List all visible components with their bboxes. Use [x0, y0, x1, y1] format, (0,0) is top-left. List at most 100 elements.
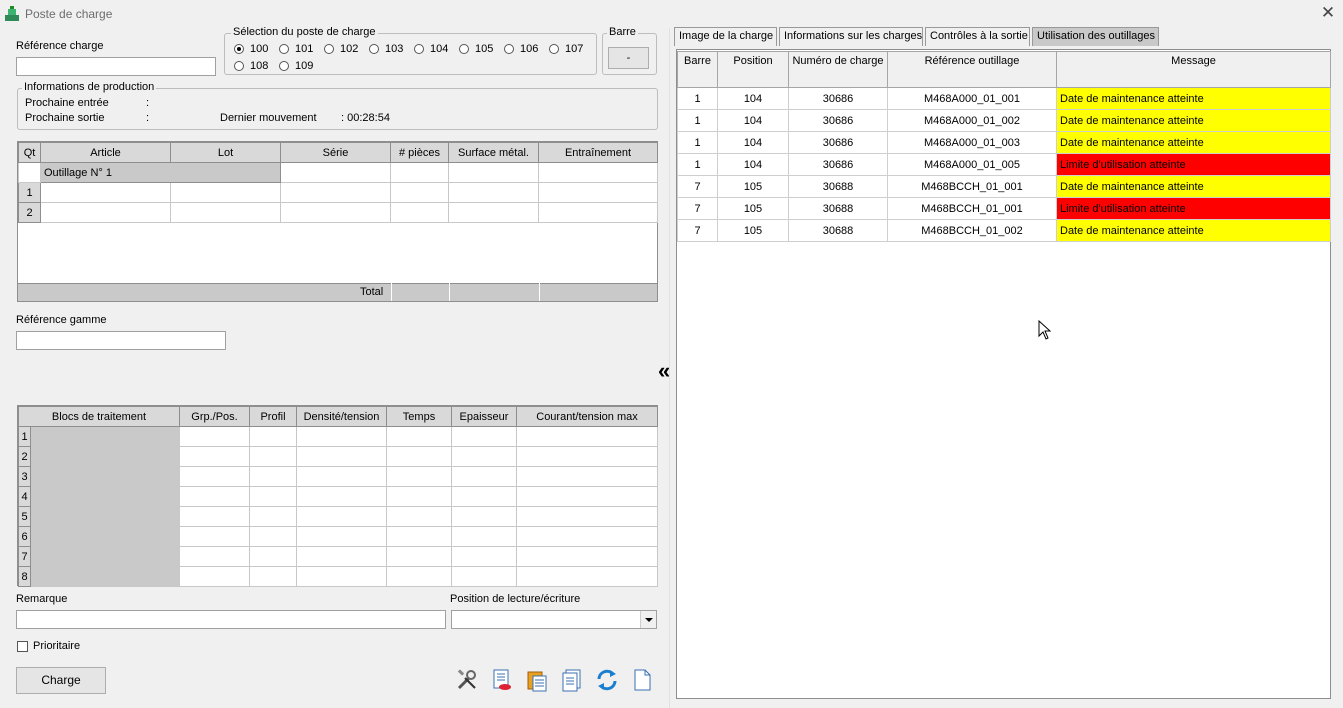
cell-message[interactable]: Date de maintenance atteinte — [1056, 131, 1331, 154]
table-cell[interactable] — [390, 162, 449, 183]
cell-charge[interactable]: 30686 — [788, 153, 888, 176]
table-cell[interactable] — [296, 466, 387, 487]
table-cell[interactable] — [451, 486, 517, 507]
table-cell[interactable] — [30, 446, 180, 467]
dropdown-button[interactable] — [640, 611, 656, 628]
col-epaisseur[interactable]: Epaisseur — [451, 406, 517, 427]
cell-position[interactable]: 104 — [717, 87, 789, 110]
station-radio-107[interactable]: 107 — [549, 43, 583, 55]
station-radio-101[interactable]: 101 — [279, 43, 313, 55]
table-cell[interactable] — [390, 182, 449, 203]
table-cell[interactable] — [249, 446, 297, 467]
table-cell[interactable] — [451, 566, 517, 587]
table-cell[interactable] — [18, 162, 41, 183]
col-temps[interactable]: Temps — [386, 406, 452, 427]
table-cell[interactable] — [516, 566, 658, 587]
table-cell[interactable] — [30, 506, 180, 527]
splitter[interactable] — [669, 28, 670, 708]
rw-position-select[interactable] — [451, 610, 657, 629]
cell-barre[interactable]: 1 — [677, 153, 718, 176]
cell-charge[interactable]: 30688 — [788, 197, 888, 220]
radio-button[interactable] — [234, 44, 244, 54]
table-cell[interactable] — [386, 486, 452, 507]
table-cell[interactable] — [40, 202, 171, 223]
table-cell[interactable] — [179, 546, 250, 567]
table-cell[interactable] — [538, 202, 658, 223]
table-row[interactable]: 4 — [18, 486, 658, 507]
table-row[interactable]: 6 — [18, 526, 658, 547]
table-cell[interactable] — [451, 506, 517, 527]
tab-informations-sur-les-charges[interactable]: Informations sur les charges — [779, 27, 923, 46]
cell-charge[interactable]: 30686 — [788, 87, 888, 110]
table-row[interactable]: 1 — [18, 426, 658, 447]
radio-button[interactable] — [414, 44, 424, 54]
cell-message[interactable]: Date de maintenance atteinte — [1056, 87, 1331, 110]
clipboard-icon[interactable] — [525, 668, 549, 692]
station-radio-106[interactable]: 106 — [504, 43, 538, 55]
blank-document-icon[interactable] — [630, 668, 654, 692]
station-radio-100[interactable]: 100 — [234, 43, 268, 55]
cell-barre[interactable]: 7 — [677, 197, 718, 220]
table-cell[interactable] — [448, 182, 539, 203]
table-cell[interactable] — [516, 466, 658, 487]
station-radio-102[interactable]: 102 — [324, 43, 358, 55]
table-cell[interactable] — [448, 162, 539, 183]
table-cell[interactable] — [451, 526, 517, 547]
table-cell[interactable] — [30, 566, 180, 587]
table-cell[interactable] — [390, 202, 449, 223]
table-row[interactable]: 1 104 30686 M468A000_01_003 Date de maintena… — [677, 131, 1331, 154]
cell-charge[interactable]: 30688 — [788, 219, 888, 242]
table-row[interactable]: 7 105 30688 M468BCCH_01_001 Limite d'utilisa… — [677, 197, 1331, 220]
table-row[interactable]: 7 105 30688 M468BCCH_01_002 Date de maintena… — [677, 219, 1331, 242]
cell-ref[interactable]: M468BCCH_01_002 — [887, 219, 1057, 242]
table-cell[interactable] — [249, 426, 297, 447]
table-cell[interactable] — [451, 426, 517, 447]
table-cell[interactable] — [170, 202, 281, 223]
ref-charge-input[interactable] — [16, 57, 216, 76]
station-radio-109[interactable]: 109 — [279, 60, 313, 72]
table-row[interactable]: 2 — [18, 202, 658, 223]
table-cell[interactable] — [296, 486, 387, 507]
table-cell[interactable] — [179, 486, 250, 507]
charge-button[interactable]: Charge — [16, 667, 106, 694]
table-cell[interactable] — [516, 446, 658, 467]
table-row[interactable]: 1 104 30686 M468A000_01_001 Date de maintena… — [677, 87, 1331, 110]
cell-charge[interactable]: 30686 — [788, 131, 888, 154]
table-cell[interactable] — [451, 446, 517, 467]
radio-button[interactable] — [369, 44, 379, 54]
col-reference-outillage[interactable]: Référence outillage — [887, 51, 1057, 88]
col-courant[interactable]: Courant/tension max — [516, 406, 658, 427]
table-cell[interactable] — [179, 506, 250, 527]
table-cell[interactable] — [296, 446, 387, 467]
cell-ref[interactable]: M468BCCH_01_001 — [887, 175, 1057, 198]
cell-barre[interactable]: 1 — [677, 87, 718, 110]
table-cell[interactable] — [386, 426, 452, 447]
cell-ref[interactable]: M468A000_01_002 — [887, 109, 1057, 132]
table-row[interactable]: 1 104 30686 M468A000_01_005 Limite d'utilisa… — [677, 153, 1331, 176]
tab-image-de-la-charge[interactable]: Image de la charge — [674, 27, 777, 46]
cell-ref[interactable]: M468A000_01_005 — [887, 153, 1057, 176]
col-densite[interactable]: Densité/tension — [296, 406, 387, 427]
table-cell[interactable] — [170, 182, 281, 203]
table-cell[interactable] — [451, 546, 517, 567]
table-cell[interactable] — [249, 506, 297, 527]
tab-contr-les-la-sortie[interactable]: Contrôles à la sortie — [925, 27, 1030, 46]
priority-checkbox[interactable] — [17, 641, 28, 652]
col-barre[interactable]: Barre — [677, 51, 718, 88]
table-cell[interactable] — [386, 566, 452, 587]
col-message[interactable]: Message — [1056, 51, 1331, 88]
cell-barre[interactable]: 1 — [677, 131, 718, 154]
cell-charge[interactable]: 30686 — [788, 109, 888, 132]
table-cell[interactable] — [386, 506, 452, 527]
col-pieces[interactable]: # pièces — [390, 142, 449, 163]
table-cell[interactable] — [179, 466, 250, 487]
cell-barre[interactable]: 7 — [677, 175, 718, 198]
table-cell[interactable] — [249, 466, 297, 487]
table-cell[interactable] — [538, 162, 658, 183]
cell-barre[interactable]: 1 — [677, 109, 718, 132]
col-qt[interactable]: Qt — [18, 142, 41, 163]
table-cell[interactable] — [280, 162, 391, 183]
table-cell[interactable] — [30, 466, 180, 487]
cell-charge[interactable]: 30688 — [788, 175, 888, 198]
radio-button[interactable] — [549, 44, 559, 54]
